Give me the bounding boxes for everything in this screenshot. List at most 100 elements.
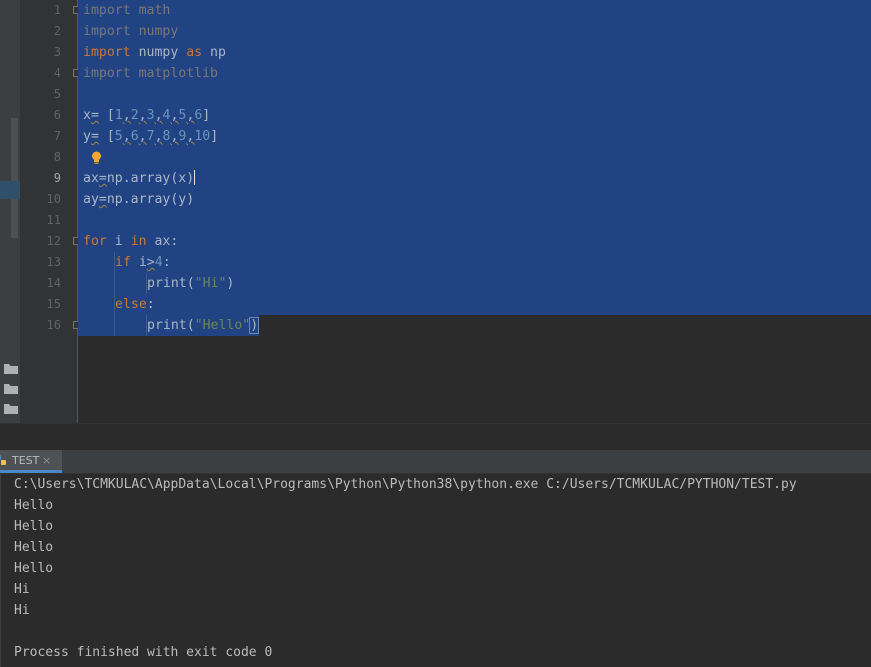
ide-window: 1 2 3 4 5 6 7 8 9 10 11 12 13 14 15 16 i… [0, 0, 871, 667]
colon: : [162, 255, 171, 270]
var-name: x [83, 108, 91, 123]
lightbulb-icon[interactable] [91, 151, 102, 165]
line-number: 11 [46, 213, 61, 227]
operator: = [90, 108, 99, 123]
line-number: 3 [53, 45, 61, 59]
line-number: 16 [46, 318, 61, 332]
line-number: 8 [53, 150, 61, 164]
keyword-in: in [130, 234, 147, 249]
code-line-1: import math [83, 0, 170, 21]
alias-name: np [202, 45, 226, 60]
function-call: print( [147, 276, 195, 291]
var-name: i [130, 255, 147, 270]
operator: = [90, 129, 99, 144]
folder-icon[interactable] [4, 384, 18, 394]
code-line-3: import numpy as np [83, 42, 226, 63]
module-name: matplotlib [130, 66, 218, 81]
comma: , [154, 108, 163, 123]
python-icon [0, 455, 6, 465]
console-output-line: Hello [14, 519, 54, 534]
comma: , [122, 129, 131, 144]
line-number: 1 [53, 3, 61, 17]
comma: , [122, 108, 131, 123]
code-line-6: x= [1,2,3,4,5,6] [83, 105, 210, 126]
paren: ) [226, 276, 235, 291]
editor-footer-area [0, 423, 871, 451]
code-line-12: for i in ax: [83, 231, 178, 252]
number: 4 [154, 255, 163, 270]
var-name: ay [83, 192, 99, 207]
number: 2 [130, 108, 139, 123]
text-cursor [194, 170, 196, 185]
number: 6 [130, 129, 139, 144]
line-number: 13 [46, 255, 61, 269]
run-console[interactable]: C:\Users\TCMKULAC\AppData\Local\Programs… [0, 474, 871, 667]
number: 1 [114, 108, 123, 123]
code-line-9: ax=np.array(x) [83, 168, 196, 189]
code-line-2: import numpy [83, 21, 178, 42]
keyword-import: import [83, 3, 131, 18]
comma: , [138, 108, 147, 123]
line-number: 5 [53, 87, 61, 101]
bracket: ] [202, 108, 211, 123]
editor-scrollbar-thumb[interactable] [11, 118, 18, 238]
code-line-14: print("Hi") [147, 273, 234, 294]
console-output-line: Hello [14, 561, 54, 576]
line-number: 15 [46, 297, 61, 311]
run-tab-test[interactable]: TEST × [0, 450, 62, 473]
function-call: print( [147, 318, 195, 333]
line-number: 6 [53, 108, 61, 122]
line-number: 12 [46, 234, 61, 248]
loop-var: i [106, 234, 131, 249]
console-output-line: Hello [14, 498, 54, 513]
comma: , [138, 129, 147, 144]
number: 5 [114, 129, 123, 144]
code-line-4: import matplotlib [83, 63, 218, 84]
line-number: 4 [53, 66, 61, 80]
current-line-marker [0, 181, 20, 199]
bracket: [ [98, 108, 115, 123]
folder-icon[interactable] [4, 404, 18, 414]
string-literal: "Hi" [194, 276, 227, 291]
keyword-import: import [83, 24, 131, 39]
keyword-else: else [115, 297, 147, 312]
console-exit-status: Process finished with exit code 0 [14, 645, 273, 660]
code-line-16: print("Hello") [147, 315, 260, 336]
run-tab-bar: TEST × [0, 450, 871, 474]
console-output-line: Hi [14, 603, 30, 618]
console-command-line: C:\Users\TCMKULAC\AppData\Local\Programs… [14, 477, 797, 492]
code-line-15: else: [115, 294, 155, 315]
module-name: numpy [130, 24, 179, 39]
var-name: ax [83, 171, 99, 186]
folder-icon[interactable] [4, 364, 18, 374]
console-output-line: Hi [14, 582, 30, 597]
keyword-as: as [186, 45, 203, 60]
left-tool-strip [0, 0, 21, 450]
iterable: ax: [146, 234, 179, 249]
operator: > [146, 255, 155, 270]
keyword-if: if [115, 255, 131, 270]
var-name: y [83, 129, 91, 144]
line-number-gutter[interactable]: 1 2 3 4 5 6 7 8 9 10 11 12 13 14 15 16 [21, 0, 81, 423]
line-number: 7 [53, 129, 61, 143]
operator: = [98, 192, 107, 207]
bracket: ] [210, 129, 219, 144]
keyword-import: import [83, 66, 131, 81]
close-icon[interactable]: × [42, 450, 51, 471]
colon: : [146, 297, 155, 312]
run-tab-label: TEST [12, 454, 40, 467]
keyword-import: import [83, 45, 131, 60]
paren: ) [249, 317, 260, 334]
line-number: 2 [53, 24, 61, 38]
console-output-line: Hello [14, 540, 54, 555]
string-literal: "Hello" [194, 318, 251, 333]
module-name: numpy [130, 45, 187, 60]
number: 3 [146, 108, 155, 123]
module-name: math [130, 3, 171, 18]
line-number: 14 [46, 276, 61, 290]
expression: np.array(x) [106, 171, 195, 186]
code-editor[interactable]: import math import numpy import numpy as… [78, 0, 871, 423]
number: 10 [194, 129, 211, 144]
comma: , [154, 129, 163, 144]
line-number-current: 9 [53, 171, 61, 185]
